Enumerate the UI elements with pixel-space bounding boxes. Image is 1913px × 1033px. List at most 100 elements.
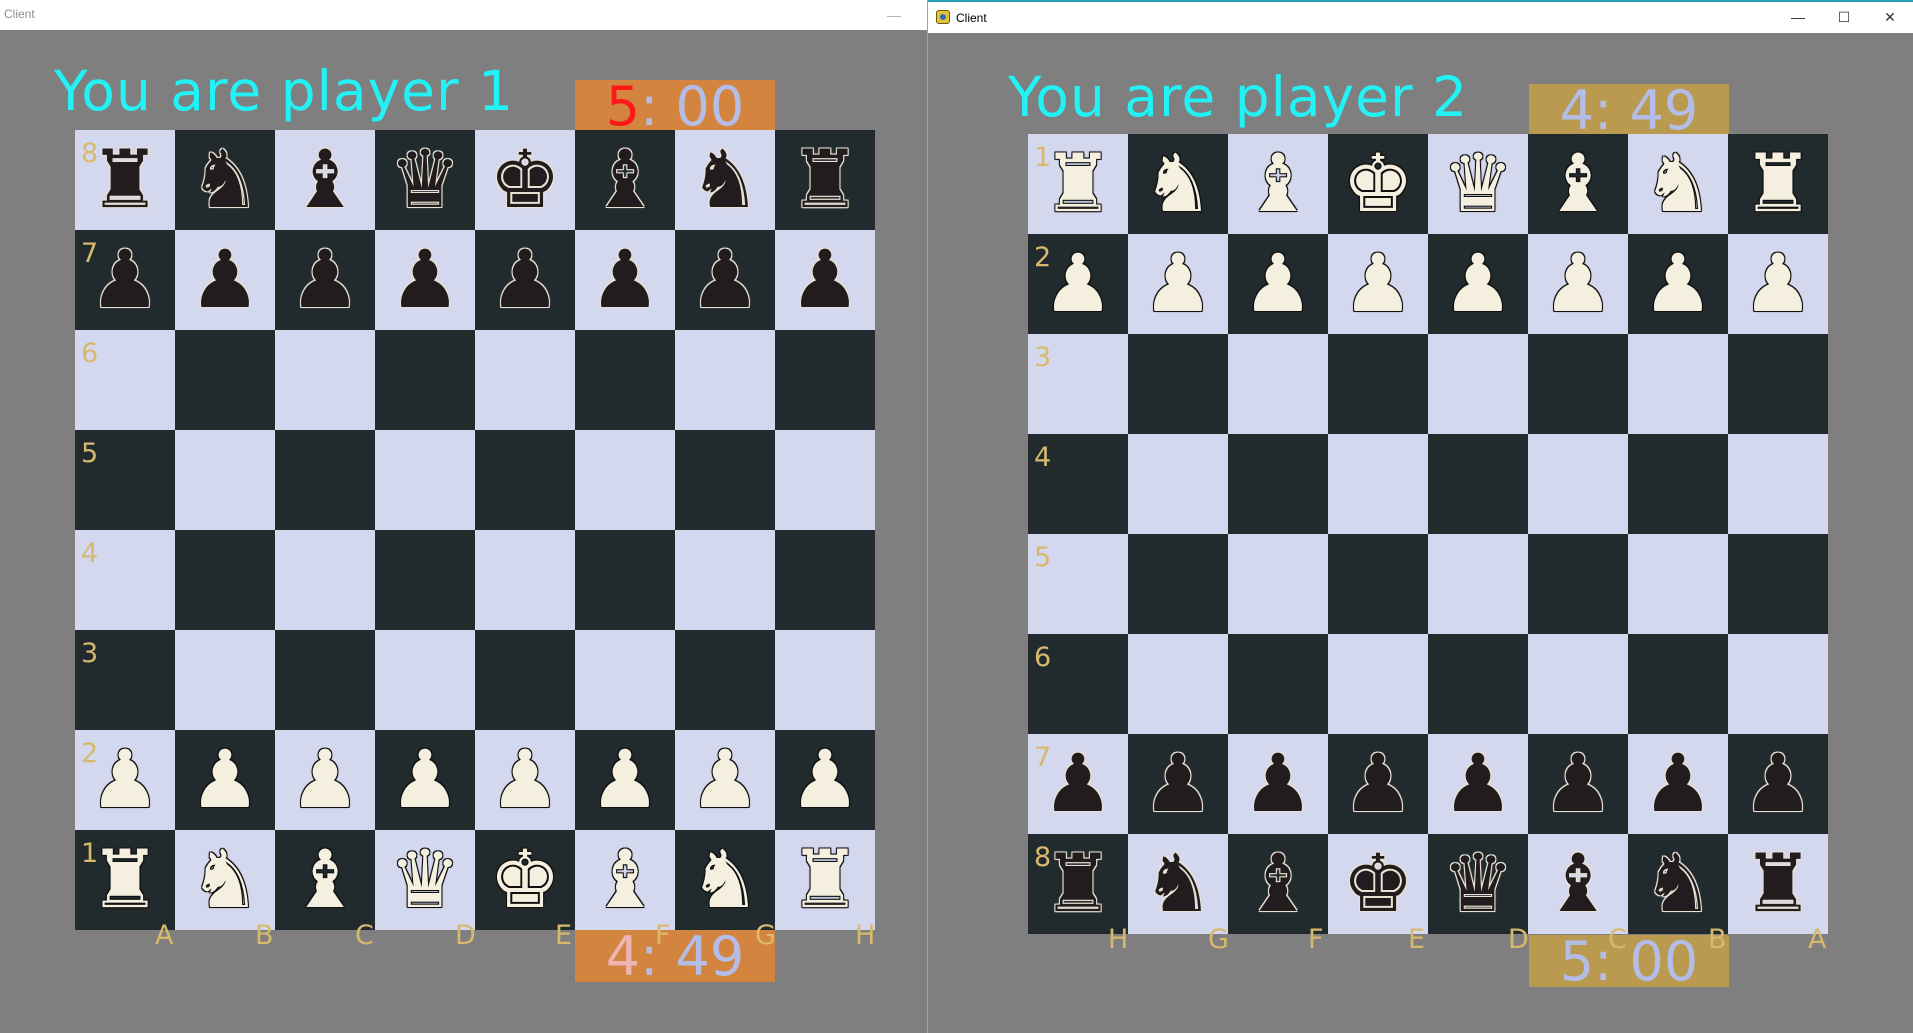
white-knight-icon[interactable]: ♞: [1642, 144, 1714, 224]
board-square[interactable]: ♞: [1628, 834, 1728, 934]
board-square[interactable]: [1228, 334, 1328, 434]
black-pawn-icon[interactable]: ♟: [289, 240, 361, 320]
white-pawn-icon[interactable]: ♟: [1742, 244, 1814, 324]
black-pawn-icon[interactable]: ♟: [1542, 744, 1614, 824]
white-rook-icon[interactable]: ♜: [1742, 144, 1814, 224]
board-square[interactable]: ♟: [275, 230, 375, 330]
board-square[interactable]: [375, 630, 475, 730]
board-square[interactable]: [1428, 534, 1528, 634]
board-square[interactable]: [1728, 334, 1828, 434]
white-king-icon[interactable]: ♚: [489, 840, 561, 920]
black-rook-icon[interactable]: ♜: [89, 140, 161, 220]
board-square[interactable]: [575, 530, 675, 630]
board-square[interactable]: [1128, 634, 1228, 734]
chess-board[interactable]: 8 ♜ ♞ ♝ ♛ ♚ ♝ ♞ ♜ 7 ♟ ♟ ♟ ♟ ♟ ♟ ♟ ♟ 6 5 4 3 2 ♟ ♟ ♟ ♟ ♟ ♟ ♟ ♟ 1 ♜ ♞ ♝ ♛ ♚ ♝ ♞ ♜: [75, 130, 875, 930]
board-square[interactable]: ♟: [1728, 734, 1828, 834]
board-square[interactable]: [1428, 434, 1528, 534]
board-square[interactable]: ♚: [1328, 134, 1428, 234]
black-bishop-icon[interactable]: ♝: [589, 140, 661, 220]
board-square[interactable]: ♟: [1528, 234, 1628, 334]
board-square[interactable]: ♟: [375, 230, 475, 330]
board-square[interactable]: ♟: [1428, 234, 1528, 334]
black-pawn-icon[interactable]: ♟: [1742, 744, 1814, 824]
board-square[interactable]: [275, 430, 375, 530]
black-pawn-icon[interactable]: ♟: [689, 240, 761, 320]
board-square[interactable]: [675, 630, 775, 730]
white-pawn-icon[interactable]: ♟: [689, 740, 761, 820]
black-pawn-icon[interactable]: ♟: [1042, 744, 1114, 824]
white-pawn-icon[interactable]: ♟: [289, 740, 361, 820]
board-square[interactable]: ♝: [1228, 834, 1328, 934]
black-pawn-icon[interactable]: ♟: [489, 240, 561, 320]
white-rook-icon[interactable]: ♜: [89, 840, 161, 920]
white-pawn-icon[interactable]: ♟: [789, 740, 861, 820]
black-bishop-icon[interactable]: ♝: [1542, 844, 1614, 924]
board-square[interactable]: [1628, 534, 1728, 634]
black-knight-icon[interactable]: ♞: [189, 140, 261, 220]
board-square[interactable]: ♛: [375, 830, 475, 930]
board-square[interactable]: ♞: [175, 130, 275, 230]
black-queen-icon[interactable]: ♛: [1442, 844, 1514, 924]
board-square[interactable]: ♟: [1128, 234, 1228, 334]
board-square[interactable]: [175, 530, 275, 630]
board-square[interactable]: ♝: [1528, 834, 1628, 934]
board-square[interactable]: ♚: [1328, 834, 1428, 934]
board-square[interactable]: ♟: [275, 730, 375, 830]
board-square[interactable]: ♟: [675, 230, 775, 330]
board-square[interactable]: [675, 430, 775, 530]
board-square[interactable]: ♞: [1128, 134, 1228, 234]
board-square[interactable]: [1728, 434, 1828, 534]
white-pawn-icon[interactable]: ♟: [1342, 244, 1414, 324]
board-square[interactable]: 6: [75, 330, 175, 430]
white-pawn-icon[interactable]: ♟: [89, 740, 161, 820]
board-square[interactable]: [1128, 434, 1228, 534]
board-square[interactable]: [775, 330, 875, 430]
board-square[interactable]: [475, 430, 575, 530]
board-square[interactable]: [1428, 634, 1528, 734]
black-knight-icon[interactable]: ♞: [1142, 844, 1214, 924]
board-square[interactable]: [1328, 434, 1428, 534]
white-queen-icon[interactable]: ♛: [389, 840, 461, 920]
close-button[interactable]: ✕: [1867, 2, 1913, 32]
board-square[interactable]: [1628, 634, 1728, 734]
board-square[interactable]: 4: [1028, 434, 1128, 534]
board-square[interactable]: [275, 530, 375, 630]
black-bishop-icon[interactable]: ♝: [289, 140, 361, 220]
board-square[interactable]: ♚: [475, 130, 575, 230]
board-square[interactable]: 6: [1028, 634, 1128, 734]
white-pawn-icon[interactable]: ♟: [189, 740, 261, 820]
black-king-icon[interactable]: ♚: [1342, 844, 1414, 924]
white-bishop-icon[interactable]: ♝: [1242, 144, 1314, 224]
black-rook-icon[interactable]: ♜: [1742, 844, 1814, 924]
white-pawn-icon[interactable]: ♟: [1642, 244, 1714, 324]
board-square[interactable]: ♛: [1428, 834, 1528, 934]
board-square[interactable]: [675, 330, 775, 430]
board-square[interactable]: 8 ♜: [1028, 834, 1128, 934]
white-pawn-icon[interactable]: ♟: [589, 740, 661, 820]
black-pawn-icon[interactable]: ♟: [1642, 744, 1714, 824]
board-square[interactable]: [175, 430, 275, 530]
white-pawn-icon[interactable]: ♟: [1042, 244, 1114, 324]
board-square[interactable]: ♟: [175, 230, 275, 330]
white-pawn-icon[interactable]: ♟: [1142, 244, 1214, 324]
board-square[interactable]: ♟: [675, 730, 775, 830]
board-square[interactable]: [1728, 534, 1828, 634]
board-square[interactable]: [375, 430, 475, 530]
board-square[interactable]: 3: [75, 630, 175, 730]
board-square[interactable]: ♟: [1628, 234, 1728, 334]
board-square[interactable]: ♟: [1328, 234, 1428, 334]
board-square[interactable]: ♟: [1128, 734, 1228, 834]
board-square[interactable]: 5: [75, 430, 175, 530]
board-square[interactable]: ♟: [1328, 734, 1428, 834]
board-square[interactable]: [1528, 634, 1628, 734]
board-square[interactable]: ♟: [575, 230, 675, 330]
window-titlebar[interactable]: Client — ☐ ✕: [0, 0, 927, 30]
white-pawn-icon[interactable]: ♟: [1542, 244, 1614, 324]
board-square[interactable]: ♟: [1628, 734, 1728, 834]
board-square[interactable]: 5: [1028, 534, 1128, 634]
black-knight-icon[interactable]: ♞: [689, 140, 761, 220]
board-square[interactable]: [475, 330, 575, 430]
board-square[interactable]: ♝: [1228, 134, 1328, 234]
board-square[interactable]: [675, 530, 775, 630]
black-bishop-icon[interactable]: ♝: [1242, 844, 1314, 924]
